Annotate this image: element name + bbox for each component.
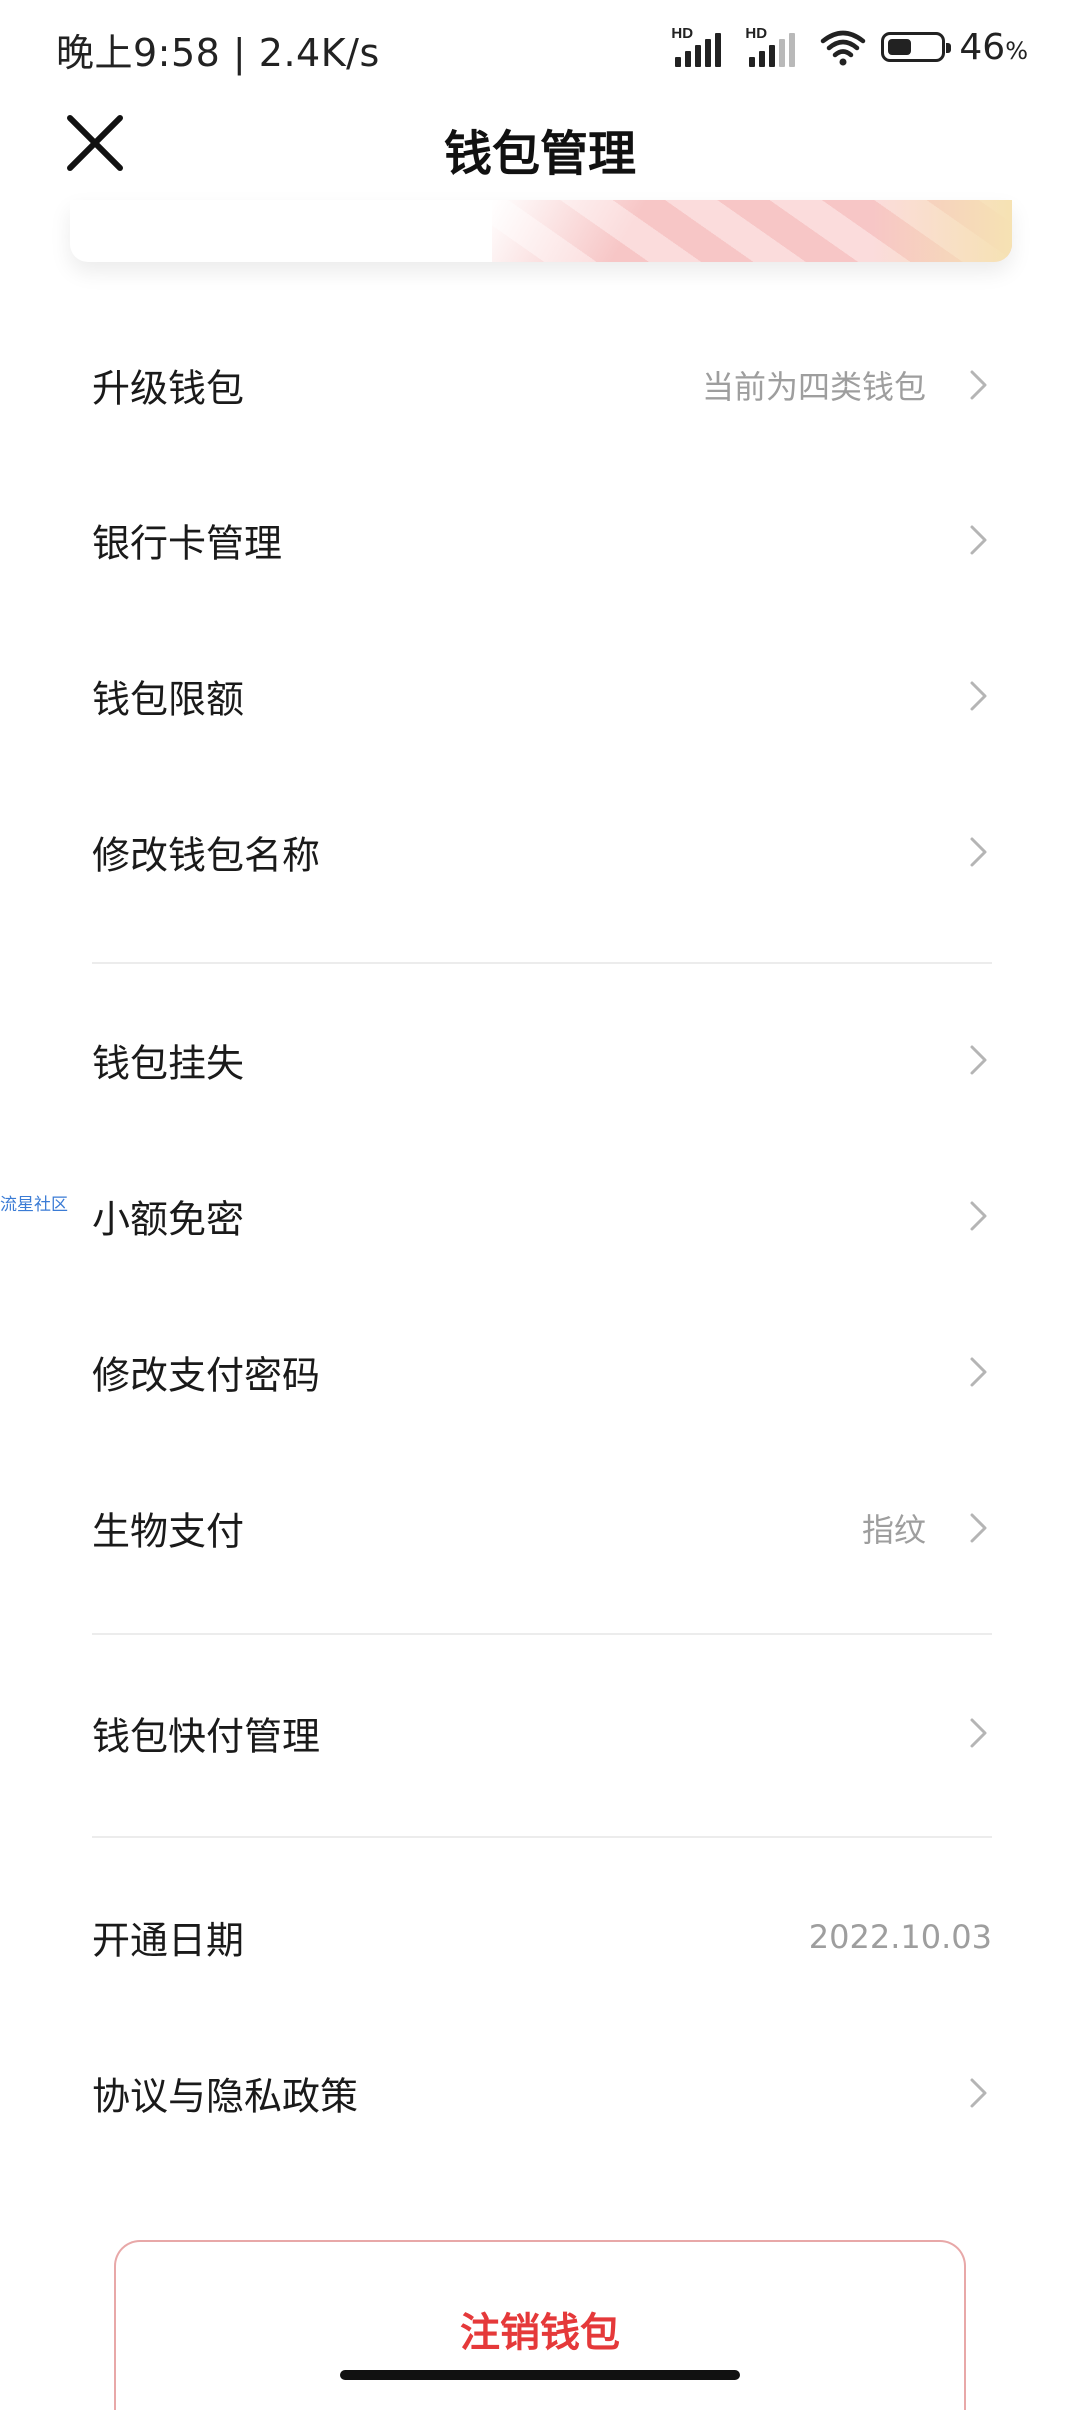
menu-item-agreement-privacy[interactable]: 协议与隐私政策: [92, 2033, 992, 2153]
menu-label: 银行卡管理: [92, 521, 283, 566]
status-icons: HD HD 46%: [671, 22, 1028, 72]
battery-percent: 46%: [959, 26, 1028, 68]
watermark-text: 流星社区: [0, 1195, 68, 1215]
wifi-icon: [821, 30, 866, 66]
section-divider: [92, 962, 992, 964]
menu-label: 修改钱包名称: [92, 833, 321, 878]
menu-label: 修改支付密码: [92, 1353, 321, 1398]
menu-item-open-date: 开通日期 2022.10.03: [92, 1877, 992, 1997]
menu-value: 当前为四类钱包: [701, 368, 926, 406]
menu-label: 升级钱包: [92, 366, 245, 411]
menu-label: 开通日期: [92, 1918, 245, 1963]
chevron-right-icon: [970, 1045, 987, 1075]
chevron-right-icon: [970, 2078, 987, 2108]
chevron-right-icon: [970, 1718, 987, 1748]
menu-item-change-pay-password[interactable]: 修改支付密码: [92, 1312, 992, 1432]
cellular-signal-icon: HD: [671, 25, 731, 69]
banner-art: [492, 200, 1012, 262]
section-divider: [92, 1633, 992, 1635]
chevron-right-icon: [970, 1513, 987, 1543]
home-indicator[interactable]: [340, 2370, 740, 2380]
page-title: 钱包管理: [443, 126, 636, 182]
chevron-right-icon: [970, 837, 987, 867]
header: 钱包管理: [0, 100, 1080, 200]
menu-label: 协议与隐私政策: [92, 2074, 359, 2119]
menu-item-biometric-pay[interactable]: 生物支付 指纹: [92, 1468, 992, 1588]
menu-item-quick-pay[interactable]: 钱包快付管理: [92, 1673, 992, 1793]
chevron-right-icon: [970, 370, 987, 400]
menu-item-rename-wallet[interactable]: 修改钱包名称: [92, 792, 992, 912]
menu-label: 小额免密: [92, 1197, 245, 1242]
chevron-right-icon: [970, 1357, 987, 1387]
cellular-signal-icon-2: HD: [745, 25, 805, 69]
status-bar: 晚上9:58 | 2.4K/s HD HD 46%: [0, 0, 1080, 100]
section-divider: [92, 1836, 992, 1838]
menu-label: 钱包快付管理: [92, 1714, 321, 1759]
menu-label: 钱包挂失: [92, 1041, 245, 1086]
menu-value: 指纹: [861, 1511, 926, 1549]
chevron-right-icon: [970, 1201, 987, 1231]
cancel-wallet-label: 注销钱包: [460, 2310, 620, 2356]
battery-icon: [881, 32, 952, 62]
chevron-right-icon: [970, 681, 987, 711]
menu-item-bank-card[interactable]: 银行卡管理: [92, 480, 992, 600]
menu-item-upgrade-wallet[interactable]: 升级钱包 当前为四类钱包: [92, 325, 992, 445]
open-date-value: 2022.10.03: [808, 1918, 992, 1956]
menu-label: 钱包限额: [92, 677, 245, 722]
menu-item-wallet-limit[interactable]: 钱包限额: [92, 636, 992, 756]
menu-label: 生物支付: [92, 1509, 245, 1554]
cancel-wallet-button[interactable]: 注销钱包: [114, 2240, 966, 2410]
wallet-card-banner[interactable]: [70, 200, 1012, 262]
menu-item-small-amount-free[interactable]: 小额免密: [92, 1156, 992, 1276]
chevron-right-icon: [970, 525, 987, 555]
status-time-speed: 晚上9:58 | 2.4K/s: [56, 31, 380, 75]
menu-item-report-loss[interactable]: 钱包挂失: [92, 1000, 992, 1120]
